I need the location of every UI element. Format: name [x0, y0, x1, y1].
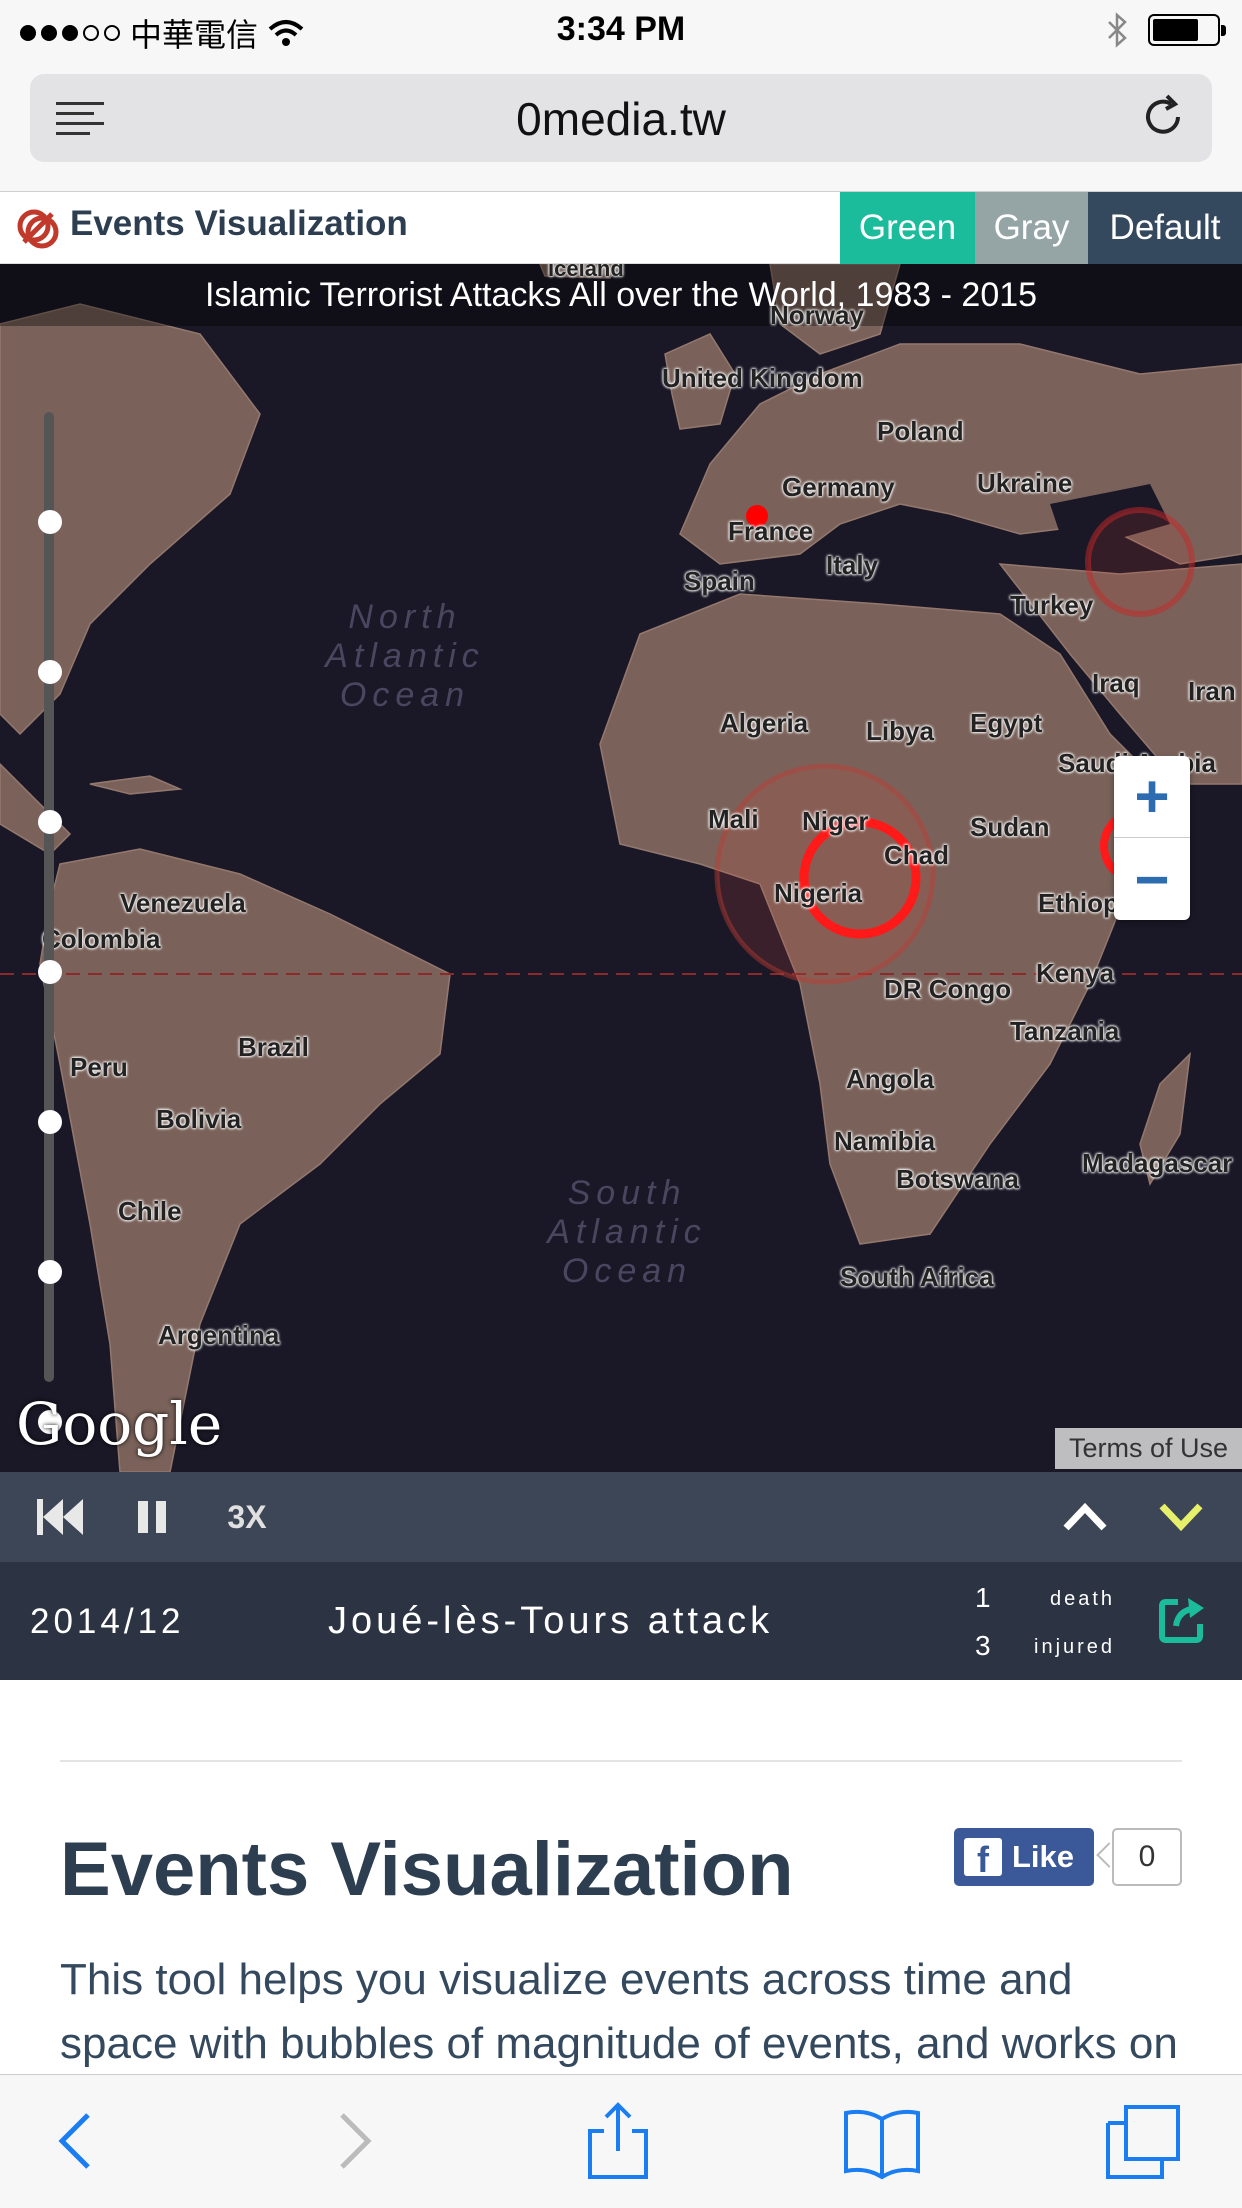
facebook-like-button[interactable]: f Like [954, 1828, 1094, 1886]
url-text[interactable]: 0media.tw [30, 92, 1212, 146]
timeline-dot[interactable] [38, 1110, 62, 1134]
label-france: France [728, 516, 814, 546]
label-turkey: Turkey [1010, 590, 1094, 620]
theme-gray-button[interactable]: Gray [975, 192, 1088, 264]
label-dr-congo: DR Congo [884, 974, 1012, 1004]
page-title: Events Visualization [60, 1827, 794, 1912]
timeline-dot[interactable] [38, 810, 62, 834]
forward-icon[interactable] [312, 2101, 392, 2181]
tabs-icon[interactable] [1104, 2101, 1184, 2181]
event-date: 2014/12 [30, 1602, 185, 1641]
google-logo: Google [16, 1390, 223, 1458]
zoom-control: + − [1114, 756, 1190, 920]
theme-green-button[interactable]: Green [840, 192, 975, 264]
label-iran: Iran [1188, 676, 1236, 706]
pause-button[interactable] [130, 1472, 174, 1562]
label-botswana: Botswana [896, 1164, 1019, 1194]
timeline-dot[interactable] [38, 510, 62, 534]
label-south-africa: South Africa [840, 1262, 994, 1292]
label-argentina: Argentina [158, 1320, 280, 1350]
logo-icon [17, 209, 59, 249]
label-united-kingdom: United Kingdom [662, 363, 863, 393]
events-map[interactable]: Islamic Terrorist Attacks All over the W… [0, 264, 1242, 1472]
page-description: This tool helps you visualize events acr… [60, 1955, 1178, 2068]
like-count: 0 [1112, 1828, 1182, 1886]
chevron-down-icon [1159, 1503, 1203, 1532]
event-bubble-caucasus [1085, 507, 1195, 617]
label-namibia: Namibia [834, 1126, 936, 1156]
label-iraq: Iraq [1092, 668, 1140, 698]
address-bar[interactable]: 0media.tw [30, 74, 1212, 162]
previous-event-button[interactable] [1060, 1472, 1110, 1562]
status-right [1106, 12, 1226, 48]
label-mali: Mali [708, 804, 759, 834]
site-title[interactable]: Events Visualization [70, 204, 408, 244]
speed-button[interactable]: 3X [222, 1472, 272, 1562]
label-poland: Poland [877, 416, 964, 446]
label-tanzania: Tanzania [1010, 1016, 1120, 1046]
label-egypt: Egypt [970, 708, 1043, 738]
label-colombia: Colombia [42, 924, 161, 954]
label-madagascar: Madagascar [1082, 1148, 1233, 1178]
content-divider [60, 1760, 1182, 1762]
label-sudan: Sudan [970, 812, 1050, 842]
reload-icon[interactable] [1138, 92, 1188, 142]
theme-default-button[interactable]: Default [1088, 192, 1242, 264]
share-sheet-icon[interactable] [578, 2101, 658, 2181]
chevron-up-icon [1063, 1502, 1107, 1531]
bookmarks-icon[interactable] [842, 2101, 922, 2181]
label-ukraine: Ukraine [977, 468, 1073, 498]
zoom-in-button[interactable]: + [1114, 756, 1190, 838]
label-norway: Norway [770, 300, 864, 330]
label-chad: Chad [884, 840, 949, 870]
label-germany: Germany [782, 472, 895, 502]
label-bolivia: Bolivia [156, 1104, 242, 1134]
timeline-dot[interactable] [38, 1260, 62, 1284]
status-bar: 中華電信 3:34 PM [0, 0, 1242, 60]
death-label: death [1050, 1588, 1116, 1610]
label-spain: Spain [684, 566, 755, 596]
share-icon[interactable] [1158, 1594, 1208, 1644]
injured-label: injured [1034, 1636, 1116, 1658]
label-kenya: Kenya [1036, 958, 1115, 988]
label-venezuela: Venezuela [120, 888, 246, 918]
label-niger: Niger [802, 806, 869, 836]
site-header: Events Visualization Green Gray Default [0, 192, 1242, 264]
label-algeria: Algeria [720, 708, 809, 738]
label-chile: Chile [118, 1196, 182, 1226]
label-angola: Angola [846, 1064, 935, 1094]
timeline-dot[interactable] [38, 960, 62, 984]
browser-address-area: 0media.tw [0, 60, 1242, 192]
rewind-button[interactable] [30, 1472, 90, 1562]
timeline-dot[interactable] [38, 660, 62, 684]
label-nigeria: Nigeria [774, 878, 863, 908]
pause-icon [138, 1501, 166, 1533]
event-bubble-nigeria-large [714, 763, 936, 985]
browser-toolbar [0, 2074, 1242, 2208]
like-label: Like [1012, 1839, 1075, 1874]
label-libya: Libya [866, 716, 934, 746]
zoom-out-button[interactable]: − [1114, 838, 1190, 920]
next-event-button[interactable] [1156, 1472, 1206, 1562]
label-iceland: Iceland [548, 264, 624, 281]
terms-of-use-link[interactable]: Terms of Use [1054, 1428, 1242, 1469]
skip-back-icon [37, 1499, 83, 1535]
injured-count: 3 [975, 1630, 991, 1661]
label-south-atlantic: South Atlantic Ocean [547, 1174, 707, 1290]
status-time: 3:34 PM [556, 10, 686, 48]
label-north-atlantic: North Atlantic Ocean [325, 598, 485, 714]
timeline-track[interactable] [44, 412, 54, 1382]
label-brazil: Brazil [238, 1032, 309, 1062]
label-italy: Italy [826, 550, 879, 580]
playback-controls: 3X [0, 1472, 1242, 1562]
event-info-bar: 2014/12 Joué-lès-Tours attack 1 death 3 … [0, 1562, 1242, 1680]
battery-icon [1148, 14, 1226, 46]
facebook-icon: f [964, 1838, 1002, 1876]
death-count: 1 [975, 1582, 991, 1613]
bluetooth-icon [1108, 12, 1127, 48]
back-icon[interactable] [38, 2101, 118, 2181]
label-peru: Peru [70, 1052, 128, 1082]
event-name: Joué-lès-Tours attack [328, 1600, 774, 1642]
